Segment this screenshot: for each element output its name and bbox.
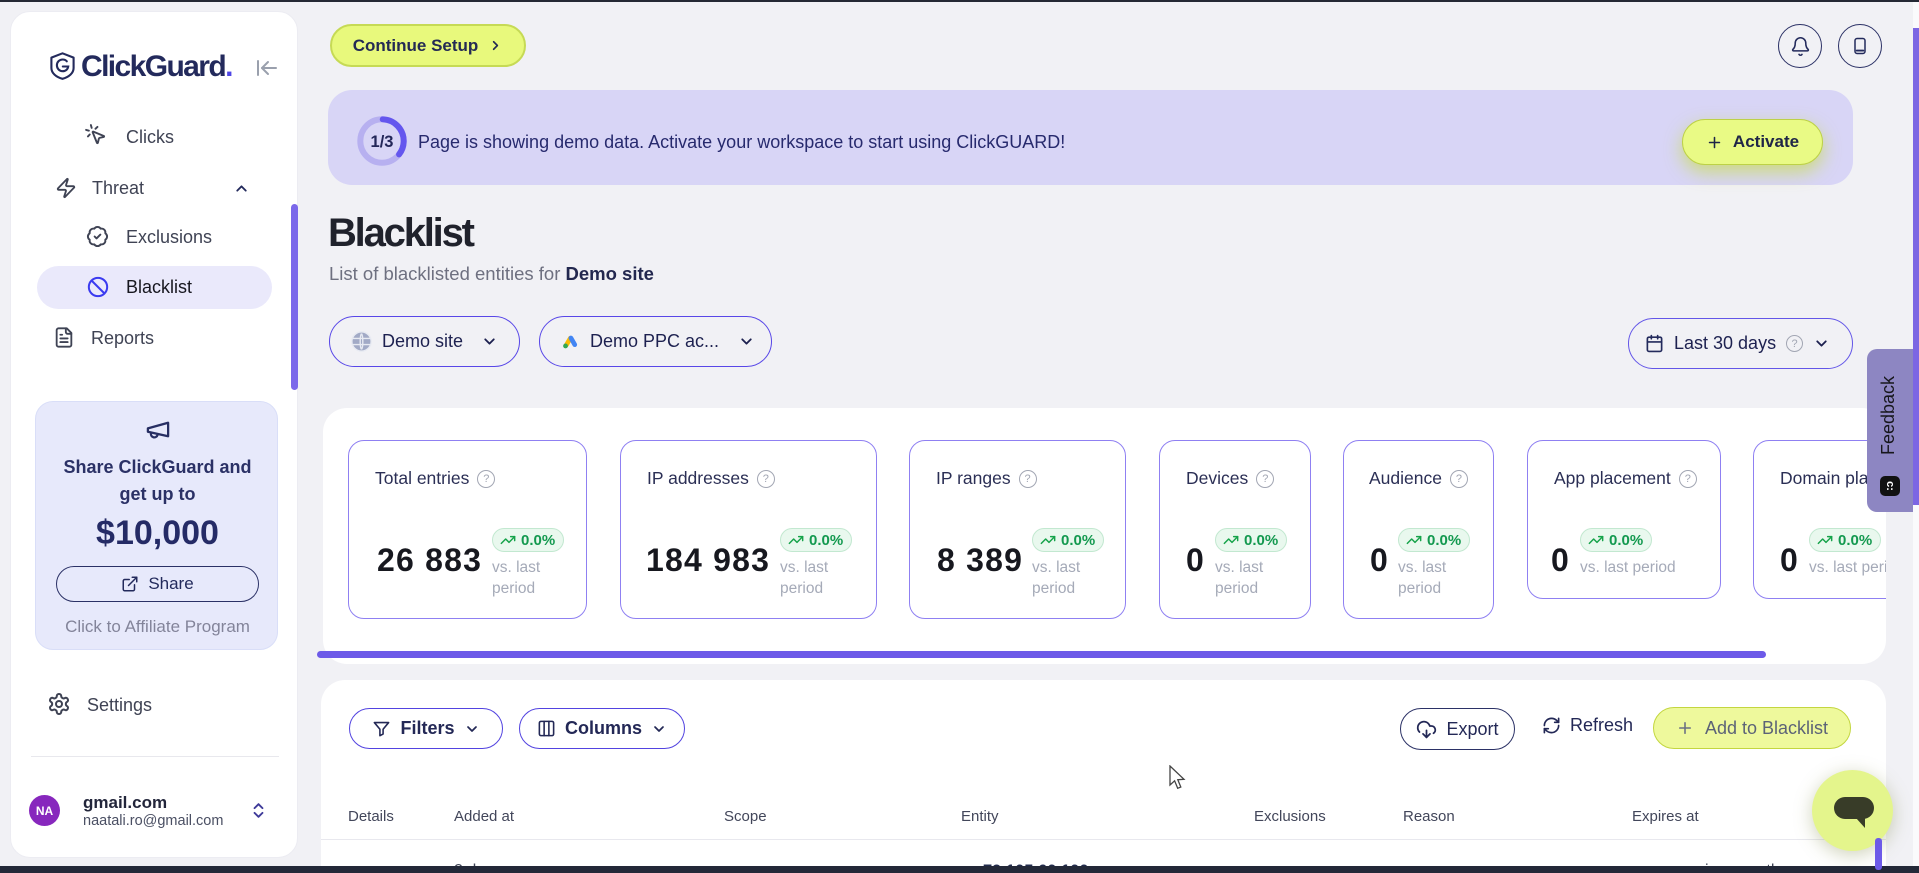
svg-text:1/3: 1/3 [371,133,394,151]
